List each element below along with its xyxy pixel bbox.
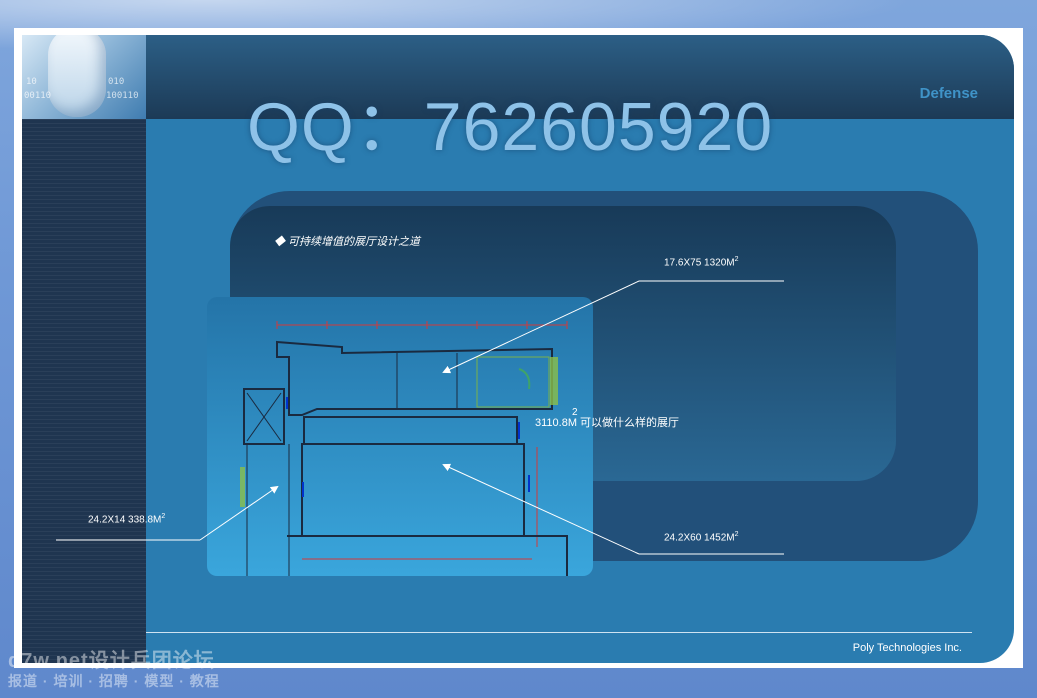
- unit-superscript: 2: [734, 256, 739, 263]
- watermark-title: d7w.net设计兵团论坛: [8, 650, 215, 672]
- footer-divider: [146, 632, 972, 633]
- slide-frame: Defense 10 010 00110 100110 QQ：762605920…: [22, 35, 1014, 663]
- watermark-subtitle: 报道 · 培训 · 招聘 · 模型 · 教程: [8, 673, 220, 689]
- label-north-hall: 17.6X75 1320M2: [664, 256, 739, 268]
- unit-superscript: 2: [734, 531, 739, 538]
- label-south-hall-text: 24.2X60 1452M: [664, 532, 735, 544]
- footer-company: Poly Technologies Inc.: [852, 642, 962, 654]
- label-west-hall: 24.2X14 338.8M2: [88, 513, 165, 525]
- label-total-area: 3110.8M 可以做什么样的展厅: [535, 417, 680, 429]
- label-north-hall-text: 17.6X75 1320M: [664, 257, 735, 269]
- label-west-hall-text: 24.2X14 338.8M: [88, 514, 162, 526]
- callout-lines: [56, 280, 784, 555]
- unit-superscript: 2: [161, 513, 166, 520]
- label-south-hall: 24.2X60 1452M2: [664, 531, 739, 543]
